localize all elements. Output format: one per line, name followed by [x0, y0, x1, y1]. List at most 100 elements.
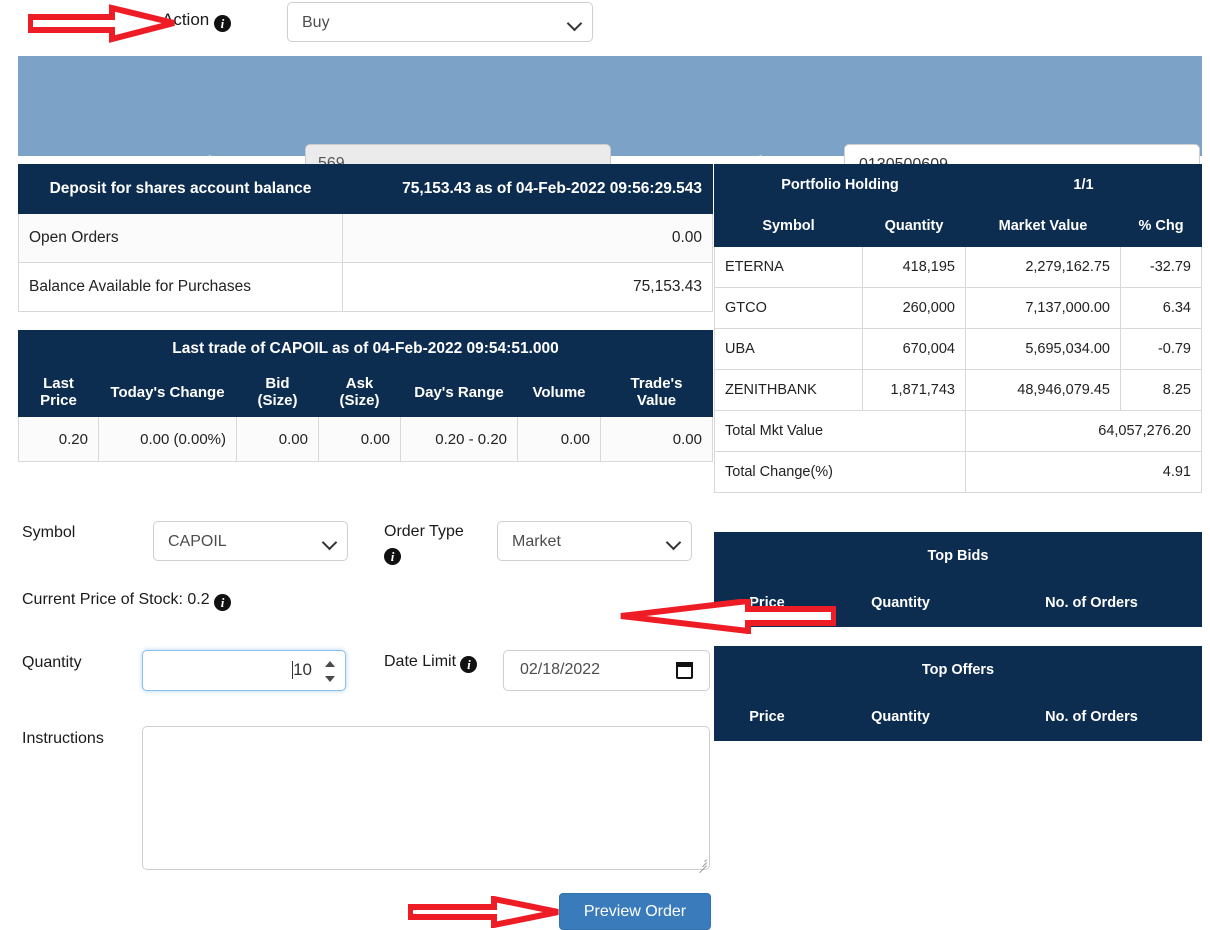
table-row: 0.20 0.00 (0.00%) 0.00 0.00 0.20 - 0.20 …	[18, 416, 713, 462]
portfolio-quantity: 670,004	[862, 328, 966, 370]
total-change-label: Total Change(%)	[714, 451, 966, 493]
table-row: Balance Available for Purchases 75,153.4…	[18, 262, 713, 312]
val-bid-size: 0.00	[236, 416, 319, 462]
total-mkt-value: 64,057,276.20	[965, 410, 1202, 452]
portfolio-title: Portfolio Holding	[714, 164, 966, 206]
col-offer-price: Price	[714, 693, 820, 741]
balance-header-label: Deposit for shares account balance	[18, 164, 343, 214]
col-bid-quantity: Quantity	[819, 579, 982, 627]
total-change-value: 4.91	[965, 451, 1202, 493]
portfolio-pct-chg: 6.34	[1120, 287, 1202, 329]
top-offers-title: Top Offers	[714, 646, 1202, 694]
portfolio-symbol: ZENITHBANK	[714, 369, 863, 411]
table-row: Price Quantity No. of Orders	[714, 579, 1202, 627]
last-trade-table: Last trade of CAPOIL as of 04-Feb-2022 0…	[18, 330, 713, 462]
action-label: Action i	[162, 10, 231, 32]
portfolio-market-value: 7,137,000.00	[965, 287, 1121, 329]
action-label-text: Action	[162, 10, 210, 29]
open-orders-value: 0.00	[342, 213, 713, 263]
portfolio-pct-chg: -32.79	[1120, 246, 1202, 288]
current-price-of-stock: Current Price of Stock: 0.2 i	[22, 591, 232, 611]
portfolio-quantity: 418,195	[862, 246, 966, 288]
col-pct-chg: % Chg	[1120, 205, 1202, 247]
col-volume: Volume	[517, 367, 601, 417]
stepper-up-icon[interactable]	[325, 661, 335, 667]
info-icon[interactable]: i	[384, 548, 401, 565]
preview-order-button[interactable]: Preview Order	[559, 893, 711, 930]
top-bids-title: Top Bids	[714, 532, 1202, 580]
order-type-select-wrapper: Market	[497, 521, 692, 561]
arrow-to-preview-order-annotation	[408, 896, 559, 928]
info-icon[interactable]: i	[214, 594, 232, 611]
table-row: Symbol Quantity Market Value % Chg	[714, 205, 1202, 247]
table-row: Top Bids	[714, 532, 1202, 580]
portfolio-paging: 1/1	[965, 164, 1202, 206]
table-row: Portfolio Holding 1/1	[714, 164, 1202, 206]
customer-band: Customer Number CSCS Number 0130500609	[18, 56, 1202, 184]
date-limit-label: Date Limit i	[384, 651, 494, 673]
table-row: Open Orders 0.00	[18, 213, 713, 263]
val-last-price: 0.20	[18, 416, 99, 462]
stepper-down-icon[interactable]	[325, 676, 335, 682]
order-type-label-text: Order Type	[384, 523, 464, 540]
portfolio-market-value: 2,279,162.75	[965, 246, 1121, 288]
calendar-icon[interactable]	[676, 662, 693, 679]
order-type-select[interactable]: Market	[497, 521, 692, 561]
col-todays-change: Today's Change	[98, 367, 237, 417]
portfolio-quantity: 260,000	[862, 287, 966, 329]
table-row: Last trade of CAPOIL as of 04-Feb-2022 0…	[18, 330, 713, 368]
table-row: Deposit for shares account balance 75,15…	[18, 164, 713, 214]
val-trades-value: 0.00	[600, 416, 713, 462]
portfolio-pct-chg: -0.79	[1120, 328, 1202, 370]
portfolio-market-value: 5,695,034.00	[965, 328, 1121, 370]
date-limit-value: 02/18/2022	[520, 661, 601, 678]
col-offer-quantity: Quantity	[819, 693, 982, 741]
table-row: ETERNA 418,195 2,279,162.75 -32.79	[714, 246, 1202, 288]
date-limit-input[interactable]: 02/18/2022	[503, 650, 710, 691]
portfolio-holding-table: Portfolio Holding 1/1 Symbol Quantity Ma…	[714, 164, 1202, 493]
table-row: Top Offers	[714, 646, 1202, 694]
balance-available-label: Balance Available for Purchases	[18, 262, 343, 312]
col-last-price: Last Price	[18, 367, 99, 417]
quantity-input[interactable]: 10	[142, 650, 346, 691]
open-orders-label: Open Orders	[18, 213, 343, 263]
quantity-number: 10	[293, 660, 312, 679]
val-volume: 0.00	[517, 416, 601, 462]
quantity-stepper[interactable]	[323, 661, 337, 682]
instructions-textarea[interactable]	[142, 726, 710, 874]
balance-available-value: 75,153.43	[342, 262, 713, 312]
order-type-label: Order Type i	[384, 521, 484, 565]
table-row: Total Mkt Value 64,057,276.20	[714, 410, 1202, 452]
table-row: GTCO 260,000 7,137,000.00 6.34	[714, 287, 1202, 329]
table-row: Price Quantity No. of Orders	[714, 693, 1202, 741]
col-symbol: Symbol	[714, 205, 863, 247]
current-price-text: Current Price of Stock: 0.2	[22, 591, 210, 608]
col-market-value: Market Value	[965, 205, 1121, 247]
balance-header-value: 75,153.43 as of 04-Feb-2022 09:56:29.543	[342, 164, 713, 214]
portfolio-symbol: ETERNA	[714, 246, 863, 288]
info-icon[interactable]: i	[213, 15, 231, 32]
quantity-label: Quantity	[22, 654, 82, 671]
symbol-label: Symbol	[22, 524, 76, 541]
table-row: Total Change(%) 4.91	[714, 451, 1202, 493]
action-row: Action i Buy	[0, 0, 1210, 46]
val-days-range: 0.20 - 0.20	[400, 416, 518, 462]
instructions-label: Instructions	[22, 730, 104, 747]
val-todays-change: 0.00 (0.00%)	[98, 416, 237, 462]
info-icon[interactable]: i	[460, 656, 478, 673]
col-quantity: Quantity	[862, 205, 966, 247]
top-offers-table: Top Offers Price Quantity No. of Orders	[714, 646, 1202, 741]
table-row: UBA 670,004 5,695,034.00 -0.79	[714, 328, 1202, 370]
resize-handle-icon[interactable]	[696, 856, 707, 874]
deposit-balance-table: Deposit for shares account balance 75,15…	[18, 164, 713, 312]
last-trade-title: Last trade of CAPOIL as of 04-Feb-2022 0…	[18, 330, 713, 368]
symbol-select[interactable]: CAPOIL	[153, 521, 348, 561]
portfolio-market-value: 48,946,079.45	[965, 369, 1121, 411]
portfolio-quantity: 1,871,743	[862, 369, 966, 411]
action-select[interactable]: Buy	[287, 2, 593, 42]
col-bid-price: Price	[714, 579, 820, 627]
date-limit-label-text: Date Limit	[384, 653, 457, 670]
table-row: Last Price Today's Change Bid (Size) Ask…	[18, 367, 713, 417]
quantity-value: 10	[292, 660, 312, 680]
total-mkt-value-label: Total Mkt Value	[714, 410, 966, 452]
